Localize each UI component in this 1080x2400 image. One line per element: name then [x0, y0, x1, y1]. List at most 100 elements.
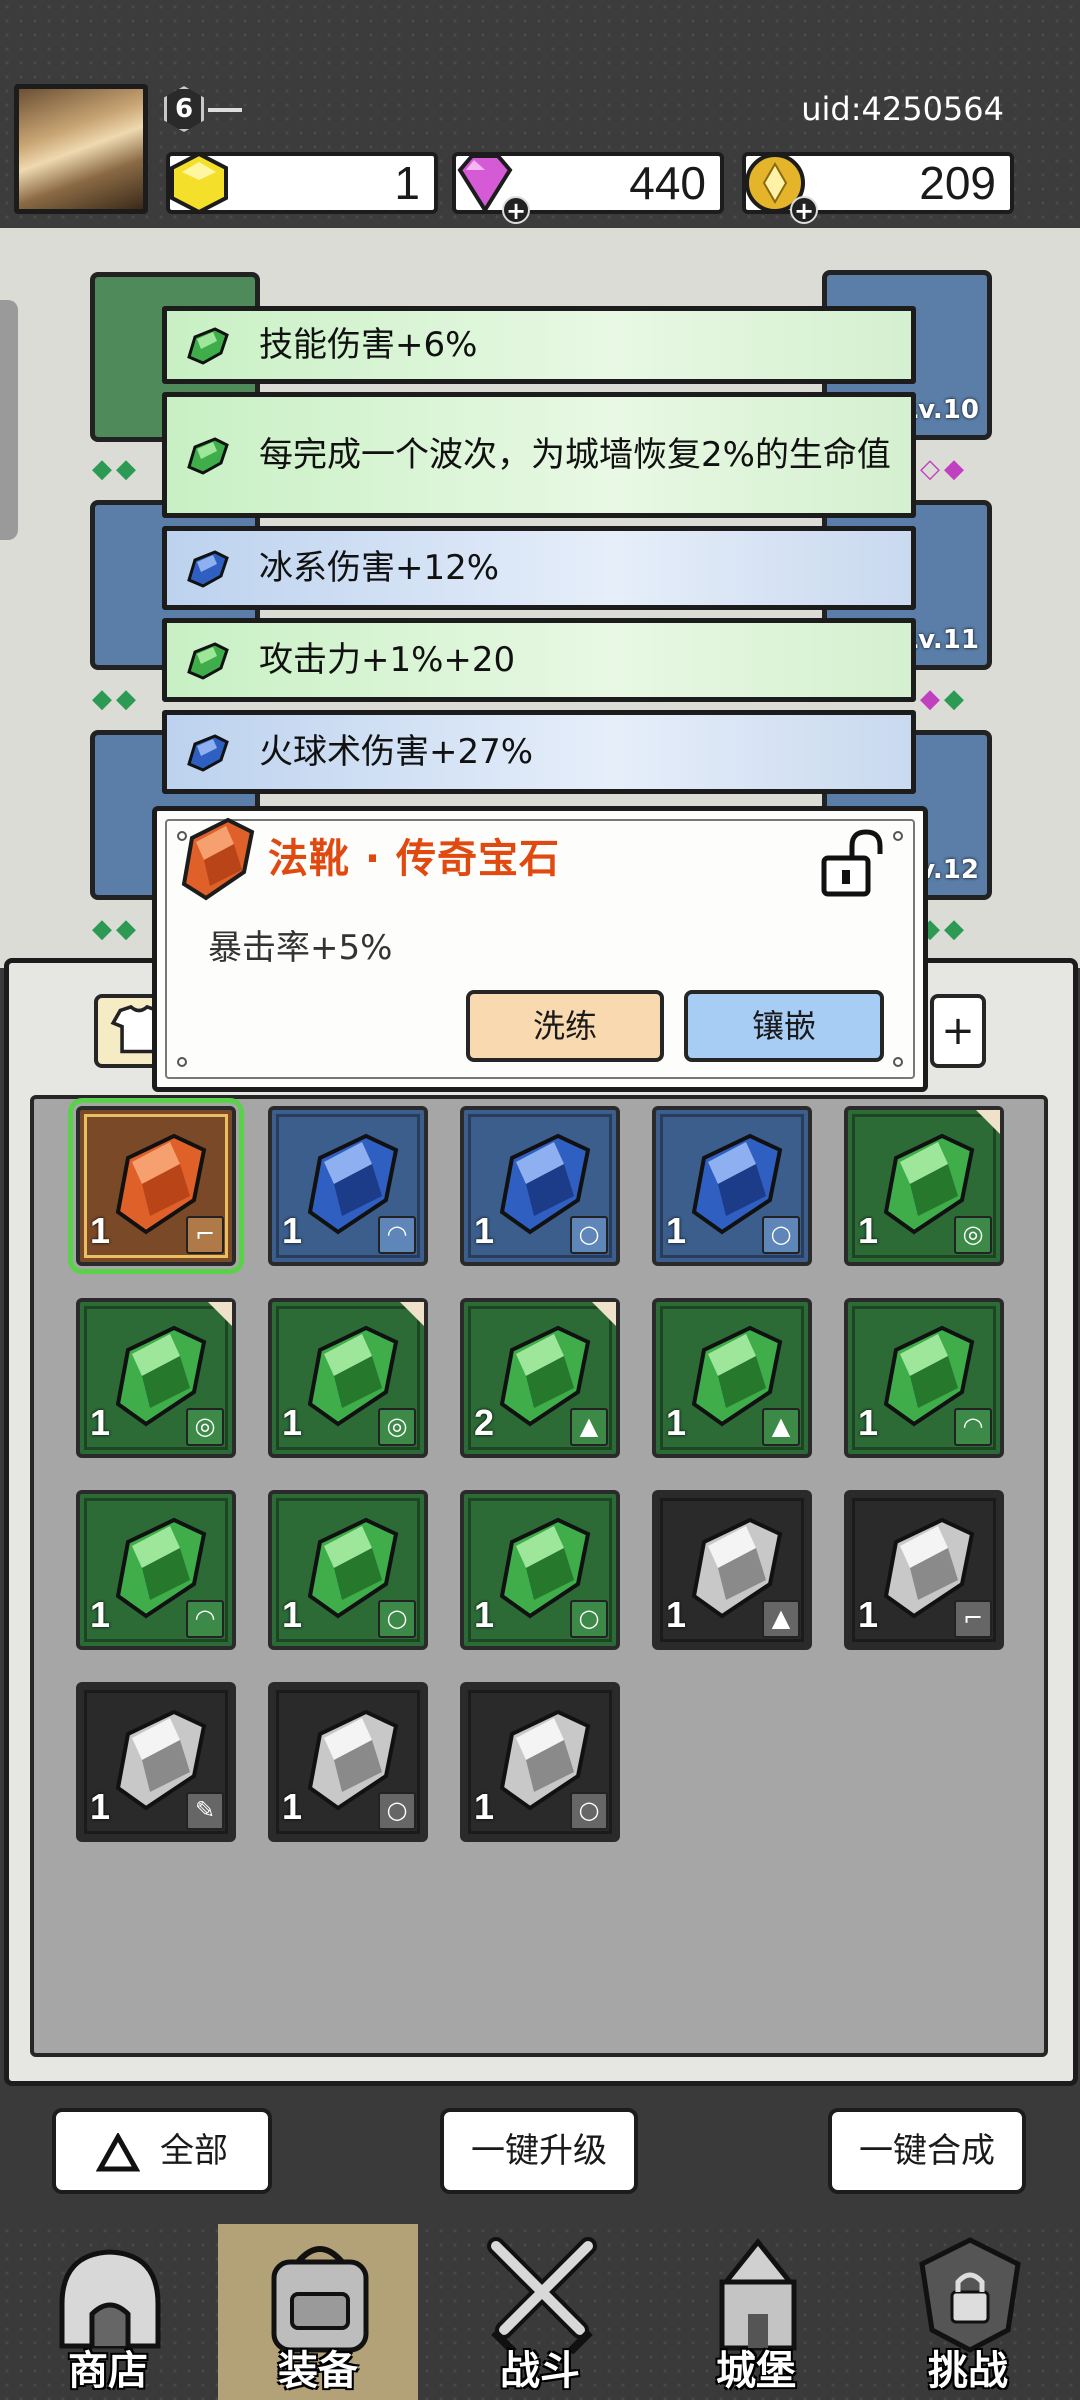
nav-castle[interactable]: 城堡 — [656, 2224, 856, 2400]
gem-item-blue[interactable]: 1 ◠ — [268, 1106, 428, 1266]
nav-challenge-label: 挑战 — [928, 2348, 1008, 2394]
gem-item-green[interactable]: 1 ◎ — [76, 1298, 236, 1458]
shop-icon — [59, 2249, 161, 2349]
filter-all-label: 全部 — [160, 2131, 228, 2171]
gem-green-icon — [187, 327, 229, 365]
gem-item-green[interactable]: 1 ▲ — [652, 1298, 812, 1458]
corner-rivet — [177, 1057, 187, 1067]
gem-count: 1 — [90, 1210, 111, 1251]
gem-item-green[interactable]: 1 ○ — [268, 1490, 428, 1650]
gem-count: 1 — [666, 1594, 687, 1635]
armor-slot-icon: ▲ — [762, 1600, 800, 1638]
inlay-button[interactable]: 镶嵌 — [684, 990, 884, 1062]
nav-equipment[interactable]: 装备 — [218, 2224, 418, 2400]
gem-item-gray[interactable]: 1 ⌐ — [844, 1490, 1004, 1650]
ring-slot-icon: ○ — [570, 1600, 608, 1638]
gem-item-gray[interactable]: 1 ○ — [268, 1682, 428, 1842]
gem-stat: 暴击率+5% — [208, 928, 393, 968]
legendary-gem-icon — [181, 817, 255, 901]
gem-item-gray[interactable]: 1 ▲ — [652, 1490, 812, 1650]
boot-slot-icon: ⌐ — [186, 1216, 224, 1254]
skill-row: 每完成一个波次，为城墙恢复2%的生命值 — [162, 392, 916, 518]
ring-slot-icon: ○ — [570, 1216, 608, 1254]
nav-shop-label: 商店 — [68, 2348, 148, 2394]
gem-count: 2 — [474, 1402, 495, 1443]
gem-item-green[interactable]: 1 ◎ — [268, 1298, 428, 1458]
gem-socket-dots: ◇◆ — [920, 454, 968, 484]
ring-slot-icon: ○ — [378, 1600, 416, 1638]
gem-item-green[interactable]: 1 ◎ — [844, 1106, 1004, 1266]
skill-text: 火球术伤害+27% — [259, 732, 534, 772]
gem-title: 法靴 · 传奇宝石 — [268, 836, 561, 882]
gem-item-gray[interactable]: 1 ✎ — [76, 1682, 236, 1842]
gem-count: 1 — [666, 1210, 687, 1251]
gem-item-green[interactable]: 1 ◠ — [844, 1298, 1004, 1458]
side-drawer-handle[interactable] — [0, 300, 18, 540]
gem-count: 1 — [474, 1786, 495, 1827]
weapon-slot-icon: ✎ — [186, 1792, 224, 1830]
gem-count: 1 — [474, 1594, 495, 1635]
nav-castle-label: 城堡 — [716, 2348, 796, 2394]
nav-battle[interactable]: 战斗 — [440, 2224, 640, 2400]
player-avatar[interactable] — [14, 84, 148, 214]
gem-count: 1 — [858, 1402, 879, 1443]
upgrade-all-button[interactable]: 一键升级 — [440, 2108, 638, 2194]
helmet-slot-icon: ◠ — [378, 1216, 416, 1254]
gem-count: 1 — [282, 1210, 303, 1251]
skill-text: 冰系伤害+12% — [259, 548, 500, 588]
filter-all-button[interactable]: 全部 — [52, 2108, 272, 2194]
gem-count: 1 — [90, 1594, 111, 1635]
coin-add-button[interactable]: + — [790, 196, 818, 224]
gem-item-gray[interactable]: 1 ○ — [460, 1682, 620, 1842]
backpack-icon — [271, 2246, 369, 2353]
gem-count: 1 — [858, 1594, 879, 1635]
nav-shop[interactable]: 商店 — [8, 2224, 208, 2400]
gem-item-green[interactable]: 1 ○ — [460, 1490, 620, 1650]
skill-row: 冰系伤害+12% — [162, 526, 916, 610]
bracer-slot-icon: ◎ — [954, 1216, 992, 1254]
user-id-label: uid:4250564 — [801, 90, 1004, 128]
swords-icon — [487, 2237, 597, 2354]
bag-add-tab[interactable]: + — [930, 994, 986, 1068]
gem-count: 1 — [282, 1402, 303, 1443]
merge-all-button[interactable]: 一键合成 — [828, 2108, 1026, 2194]
castle-icon — [719, 2237, 797, 2351]
ring-slot-icon: ○ — [570, 1792, 608, 1830]
gem-item-blue[interactable]: 1 ○ — [460, 1106, 620, 1266]
gem-blue-icon — [187, 734, 229, 772]
gem-item-blue[interactable]: 1 ○ — [652, 1106, 812, 1266]
armor-slot-icon: ▲ — [762, 1408, 800, 1446]
nav-battle-label: 战斗 — [500, 2348, 580, 2394]
gem-item-orange[interactable]: 1 ⌐ — [68, 1098, 244, 1274]
gem-socket-dots: ◆◆ — [920, 684, 968, 714]
gem-count: 1 — [282, 1786, 303, 1827]
armor-slot-icon: ▲ — [570, 1408, 608, 1446]
helmet-slot-icon: ◠ — [954, 1408, 992, 1446]
bracer-slot-icon: ◎ — [378, 1408, 416, 1446]
boot-slot-icon: ⌐ — [954, 1600, 992, 1638]
triangle-filter-icon — [96, 2132, 140, 2171]
gem-count: 1 — [858, 1210, 879, 1251]
corner-rivet — [893, 1057, 903, 1067]
challenge-icon — [919, 2237, 1021, 2353]
helmet-slot-icon: ◠ — [186, 1600, 224, 1638]
gem-count: 1 — [474, 1210, 495, 1251]
skill-text: 每完成一个波次，为城墙恢复2%的生命值 — [259, 435, 891, 475]
ring-slot-icon: ○ — [378, 1792, 416, 1830]
unlock-icon[interactable] — [818, 828, 886, 900]
gem-green-icon — [187, 437, 229, 475]
reforge-button[interactable]: 洗练 — [466, 990, 664, 1062]
nav-challenge[interactable]: 挑战 — [868, 2224, 1068, 2400]
skill-row: 火球术伤害+27% — [162, 710, 916, 794]
ring-slot-icon: ○ — [762, 1216, 800, 1254]
diamond-add-button[interactable]: + — [502, 196, 530, 224]
gem-item-green[interactable]: 2 ▲ — [460, 1298, 620, 1458]
gem-socket-dots: ◆◆ — [92, 454, 140, 484]
gem-count: 1 — [666, 1402, 687, 1443]
skill-row: 攻击力+1%+20 — [162, 618, 916, 702]
gem-item-green[interactable]: 1 ◠ — [76, 1490, 236, 1650]
gem-socket-dots: ◆◆ — [92, 684, 140, 714]
gem-count: 1 — [90, 1786, 111, 1827]
skill-row: 技能伤害+6% — [162, 306, 916, 384]
corner-rivet — [893, 831, 903, 841]
